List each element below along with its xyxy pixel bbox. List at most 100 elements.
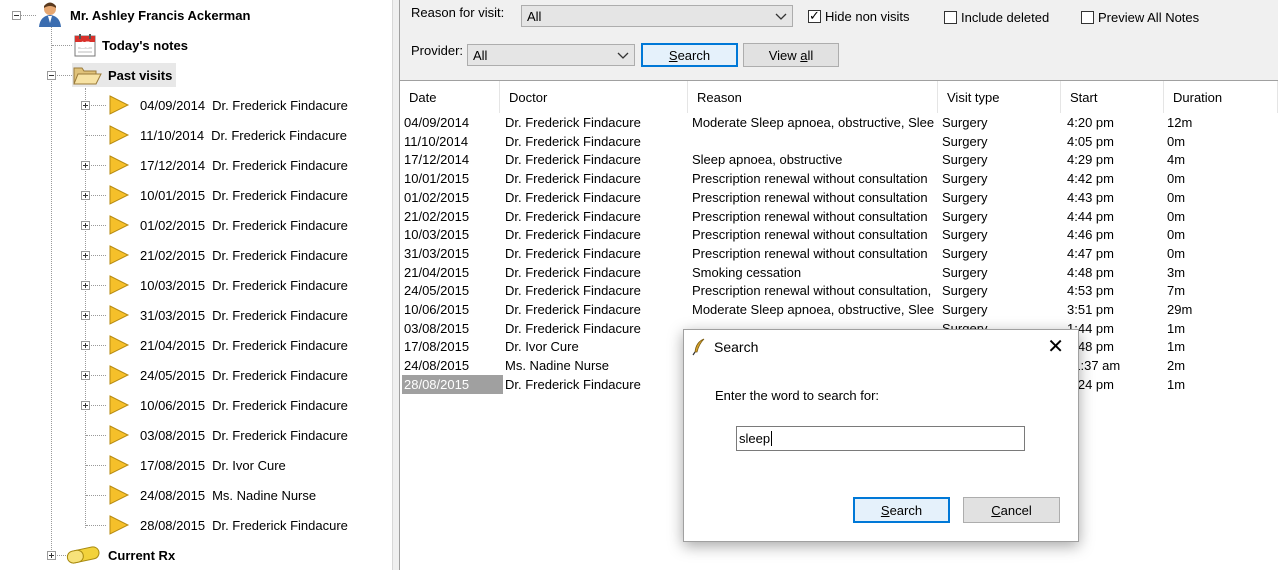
tree-node-visit[interactable]: 10/01/2015 Dr. Frederick Findacure <box>108 183 348 207</box>
tree-line <box>85 88 86 528</box>
include-deleted-checkbox[interactable]: Include deleted <box>944 10 1049 25</box>
search-button[interactable]: Search <box>641 43 738 67</box>
tree-node-visit[interactable]: 24/05/2015 Dr. Frederick Findacure <box>108 363 348 387</box>
table-cell-doctor: Dr. Frederick Findacure <box>505 189 641 205</box>
hide-non-visits-checkbox[interactable]: Hide non visits <box>808 8 910 24</box>
expand-visit-toggle[interactable] <box>81 341 90 350</box>
text-caret <box>771 431 773 446</box>
dialog-titlebar[interactable]: Search <box>684 330 1078 364</box>
tree-node-visit[interactable]: 17/12/2014 Dr. Frederick Findacure <box>108 153 348 177</box>
dialog-cancel-label-rest: ancel <box>1000 502 1032 518</box>
tree-node-visit[interactable]: 04/09/2014 Dr. Frederick Findacure <box>108 93 348 117</box>
table-cell-doctor: Dr. Frederick Findacure <box>505 133 641 149</box>
table-row[interactable]: 11/10/2014 Dr. Frederick Findacure Surgery… <box>400 132 1278 151</box>
visit-date: 24/05/2015 <box>140 367 206 383</box>
column-header[interactable]: Reason <box>688 81 938 113</box>
visit-date: 11/10/2014 <box>140 127 205 143</box>
table-row[interactable]: 10/01/2015 Dr. Frederick Findacure Prescri… <box>400 169 1278 188</box>
expand-visit-toggle[interactable] <box>81 191 90 200</box>
expand-visit-toggle[interactable] <box>81 251 90 260</box>
table-row[interactable]: 24/05/2015 Dr. Frederick Findacure Prescri… <box>400 281 1278 300</box>
table-cell-visit-type: Surgery <box>942 302 988 317</box>
expand-visit-toggle[interactable] <box>81 401 90 410</box>
search-word-input[interactable]: sleep <box>736 426 1025 451</box>
tree-node-visit[interactable]: 28/08/2015 Dr. Frederick Findacure <box>108 513 348 537</box>
table-cell-date: 21/02/2015 <box>404 208 470 224</box>
table-cell-visit-type: Surgery <box>942 227 988 243</box>
include-deleted-label: Include deleted <box>961 10 1050 25</box>
expand-visit-toggle[interactable] <box>81 101 90 110</box>
preview-all-notes-checkbox[interactable]: Preview All Notes <box>1081 10 1199 25</box>
table-row[interactable]: 21/02/2015 Dr. Frederick Findacure Prescri… <box>400 207 1278 226</box>
table-cell-start: 4:20 pm <box>1067 115 1114 130</box>
table-cell-date: 10/03/2015 <box>404 227 470 243</box>
splitter[interactable] <box>392 0 400 570</box>
table-row[interactable]: 31/03/2015 Dr. Frederick Findacure Prescri… <box>400 244 1278 263</box>
table-row[interactable]: 04/09/2014 Dr. Frederick Findacure Moderat… <box>400 113 1278 132</box>
table-cell-visit-type: Surgery <box>942 264 988 280</box>
visit-doctor: Dr. Frederick Findacure <box>212 277 348 293</box>
tree-node-visit[interactable]: 21/02/2015 Dr. Frederick Findacure <box>108 243 348 267</box>
column-header[interactable]: Doctor <box>500 81 688 113</box>
table-row[interactable]: 10/03/2015 Dr. Frederick Findacure Prescri… <box>400 225 1278 244</box>
tree-node-past-visits[interactable]: Past visits <box>72 63 177 87</box>
table-row[interactable]: 01/02/2015 Dr. Frederick Findacure Prescri… <box>400 188 1278 207</box>
column-header[interactable]: Visit type <box>938 81 1061 113</box>
table-cell-start: 4:43 pm <box>1067 189 1114 205</box>
table-cell-doctor: Dr. Frederick Findacure <box>505 171 641 187</box>
collapse-patient-toggle[interactable] <box>12 11 21 20</box>
table-cell-start: 1:48 pm <box>1067 339 1114 355</box>
expand-visit-toggle[interactable] <box>81 371 90 380</box>
visit-icon <box>108 485 130 505</box>
tree-node-visit[interactable]: 03/08/2015 Dr. Frederick Findacure <box>108 423 348 447</box>
dialog-cancel-button[interactable]: Cancel <box>963 497 1060 523</box>
table-cell-duration: 7m <box>1167 283 1186 299</box>
tree-node-visit[interactable]: 24/08/2015 Ms. Nadine Nurse <box>108 483 316 507</box>
table-row[interactable]: 21/04/2015 Dr. Frederick Findacure Smoking… <box>400 263 1278 282</box>
column-header[interactable]: Date <box>400 81 500 113</box>
table-cell-doctor: Dr. Frederick Findacure <box>505 376 641 392</box>
column-header[interactable]: Start <box>1061 81 1164 113</box>
reason-combo[interactable]: All <box>521 5 793 27</box>
close-icon[interactable]: ✕ <box>1047 336 1064 358</box>
table-cell-start: 4:44 pm <box>1067 208 1114 224</box>
tree-node-visit[interactable]: 17/08/2015 Dr. Ivor Cure <box>108 453 286 477</box>
collapse-past-visits-toggle[interactable] <box>47 71 56 80</box>
tree-node-visit[interactable]: 31/03/2015 Dr. Frederick Findacure <box>108 303 348 327</box>
expand-visit-toggle[interactable] <box>81 311 90 320</box>
tree-node-visit[interactable]: 21/04/2015 Dr. Frederick Findacure <box>108 333 348 357</box>
dialog-search-button[interactable]: Search <box>853 497 950 523</box>
tree-node-visit[interactable]: 10/06/2015 Dr. Frederick Findacure <box>108 393 348 417</box>
table-cell-reason: Moderate Sleep apnoea, obstructive, Slee <box>692 302 935 317</box>
view-all-button[interactable]: View all <box>743 43 839 67</box>
expand-visit-toggle[interactable] <box>81 161 90 170</box>
table-cell-reason: Prescription renewal without consultatio… <box>692 227 928 243</box>
tree-line <box>51 26 52 556</box>
table-cell-duration: 0m <box>1167 133 1186 149</box>
tree-node-visit[interactable]: 01/02/2015 Dr. Frederick Findacure <box>108 213 348 237</box>
table-cell-visit-type: Surgery <box>942 171 988 187</box>
table-cell-start: 11:37 am <box>1067 358 1121 374</box>
table-cell-date: 10/06/2015 <box>404 302 470 317</box>
expand-current-rx-toggle[interactable] <box>47 551 56 560</box>
table-cell-duration: 29m <box>1167 302 1193 317</box>
table-cell-date: 11/10/2014 <box>404 133 469 149</box>
patient-tree[interactable]: Mr. Ashley Francis Ackerman 15 Today's n… <box>0 0 392 570</box>
tree-node-current-rx[interactable]: Current Rx <box>64 543 175 567</box>
visit-doctor: Dr. Frederick Findacure <box>212 517 348 533</box>
expand-visit-toggle[interactable] <box>81 221 90 230</box>
column-header[interactable]: Duration <box>1164 81 1278 113</box>
tree-node-visit[interactable]: 11/10/2014 Dr. Frederick Findacure <box>108 123 347 147</box>
table-cell-reason: Sleep apnoea, obstructive <box>692 152 843 168</box>
table-cell-doctor: Ms. Nadine Nurse <box>505 358 610 374</box>
tree-node-todays-notes[interactable]: 15 Today's notes <box>74 33 188 57</box>
table-row[interactable]: 17/12/2014 Dr. Frederick Findacure Sleep a… <box>400 150 1278 169</box>
expand-visit-toggle[interactable] <box>81 281 90 290</box>
table-row[interactable]: 10/06/2015 Dr. Frederick Findacure Moderat… <box>400 300 1278 319</box>
patient-icon <box>36 1 64 30</box>
table-cell-date: 28/08/2015 <box>402 374 503 394</box>
tree-node-patient[interactable]: Mr. Ashley Francis Ackerman <box>36 1 251 30</box>
tree-node-visit[interactable]: 10/03/2015 Dr. Frederick Findacure <box>108 273 348 297</box>
patient-name: Mr. Ashley Francis Ackerman <box>70 7 251 23</box>
provider-combo[interactable]: All <box>467 44 635 66</box>
